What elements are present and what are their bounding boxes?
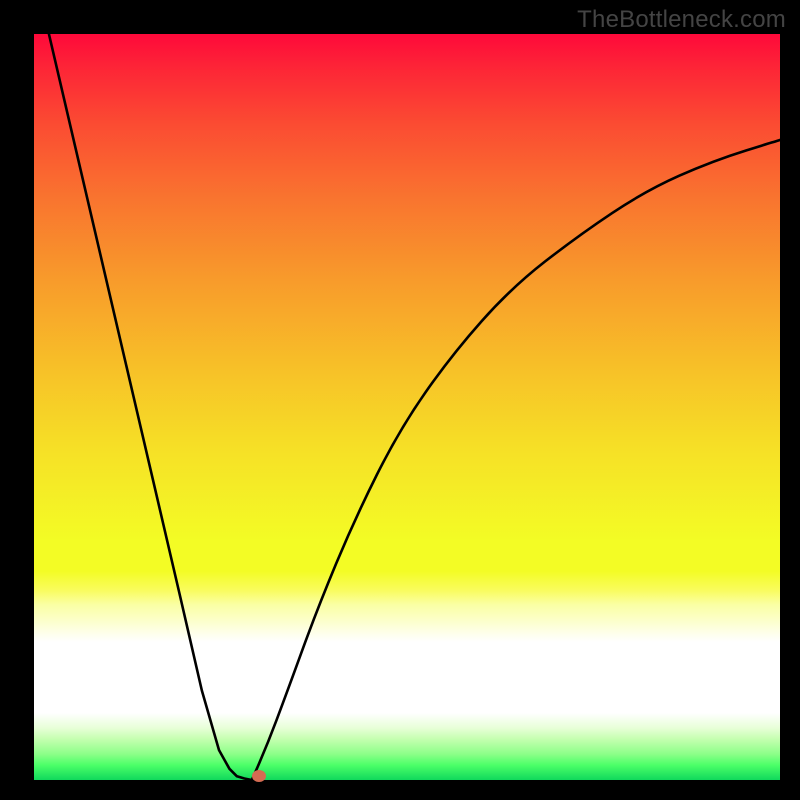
curve-svg bbox=[34, 34, 780, 780]
optimum-marker bbox=[252, 770, 266, 782]
chart-frame: TheBottleneck.com bbox=[0, 0, 800, 800]
plot-area bbox=[34, 34, 780, 780]
watermark-text: TheBottleneck.com bbox=[577, 6, 786, 34]
bottleneck-curve-left bbox=[49, 34, 252, 780]
bottleneck-curve-right bbox=[252, 140, 780, 780]
